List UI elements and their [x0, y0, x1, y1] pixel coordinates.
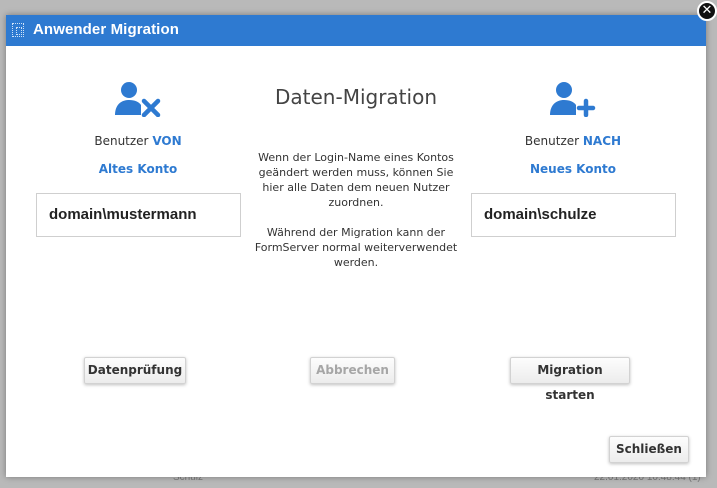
user-add-icon: [550, 82, 596, 117]
cancel-button[interactable]: Abbrechen: [310, 357, 395, 384]
to-subtitle: Neues Konto: [529, 162, 617, 176]
to-user-input[interactable]: domain\schulze: [471, 193, 676, 237]
from-subtitle: Altes Konto: [98, 162, 178, 176]
to-caption: Benutzer NACH: [524, 134, 622, 148]
migration-heading: Daten-Migration: [275, 85, 437, 109]
migration-dialog: Anwender Migration Benutzer VON Altes Ko…: [6, 15, 706, 477]
window-icon: [12, 23, 24, 37]
migration-description-1: Wenn der Login-Name eines Kontos geänder…: [258, 151, 454, 209]
from-caption: Benutzer VON: [94, 134, 182, 148]
user-remove-icon: [115, 82, 161, 117]
from-user-input[interactable]: domain\mustermann: [36, 193, 241, 237]
close-icon[interactable]: ✕: [697, 1, 717, 21]
from-highlight: VON: [152, 134, 182, 148]
dialog-title: Anwender Migration: [33, 21, 179, 38]
data-check-button[interactable]: Datenprüfung: [84, 357, 186, 384]
to-highlight: NACH: [582, 134, 622, 148]
dialog-titlebar: Anwender Migration: [6, 15, 706, 46]
close-button[interactable]: Schließen: [609, 436, 689, 463]
start-migration-button[interactable]: Migration starten: [510, 357, 630, 402]
migration-description-2: Während der Migration kann der FormServe…: [254, 226, 458, 269]
